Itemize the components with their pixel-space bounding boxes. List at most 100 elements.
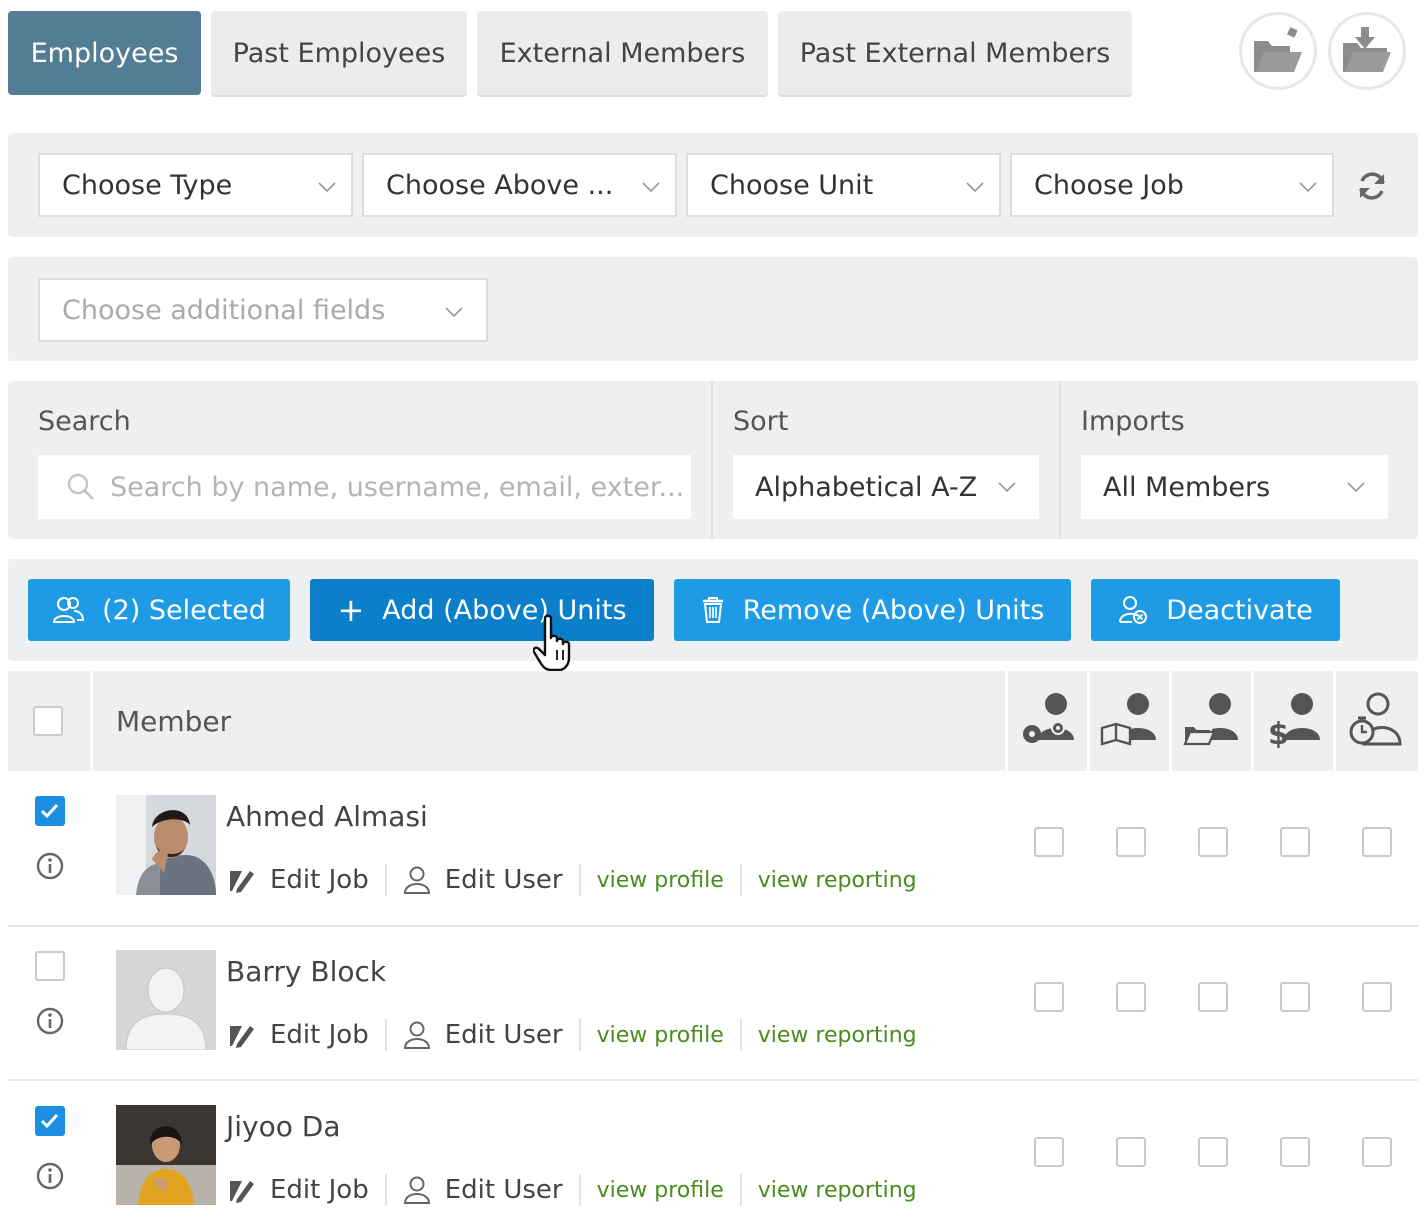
edit-user-link[interactable]: Edit User xyxy=(445,865,563,895)
member-name[interactable]: Ahmed Almasi xyxy=(226,800,428,833)
member-actions: Edit Job Edit User view profile view rep… xyxy=(228,860,917,900)
info-icon[interactable] xyxy=(35,1006,65,1036)
edit-job-link[interactable]: Edit Job xyxy=(270,1020,369,1050)
selected-count-label: (2) Selected xyxy=(102,594,266,626)
user-icon xyxy=(403,1021,430,1049)
imports-select[interactable]: All Members xyxy=(1081,455,1388,519)
permission-checkbox-settings[interactable] xyxy=(1034,982,1064,1012)
chevron-down-icon xyxy=(966,182,984,193)
edit-job-link[interactable]: Edit Job xyxy=(270,1175,369,1205)
permission-checkbox-timeclock[interactable] xyxy=(1362,827,1392,857)
edit-user-link[interactable]: Edit User xyxy=(445,1175,563,1205)
tab-past-external-members[interactable]: Past External Members xyxy=(778,11,1132,95)
permission-checkbox-settings[interactable] xyxy=(1034,827,1064,857)
hand-cursor-icon xyxy=(533,614,571,672)
search-placeholder: Search by name, username, email, exter..… xyxy=(110,471,685,503)
user-timeclock-icon xyxy=(1349,692,1402,746)
info-icon[interactable] xyxy=(35,851,65,881)
above-select-value: Choose Above ... xyxy=(386,169,614,201)
view-profile-link[interactable]: view profile xyxy=(597,1178,724,1203)
divider xyxy=(578,1019,581,1051)
divider xyxy=(739,1019,742,1051)
chevron-down-icon xyxy=(998,482,1016,493)
additional-fields-select[interactable]: Choose additional fields xyxy=(38,278,488,342)
trash-icon xyxy=(702,597,723,623)
edit-job-link[interactable]: Edit Job xyxy=(270,865,369,895)
divider xyxy=(1333,671,1336,771)
deactivate-button[interactable]: Deactivate xyxy=(1091,579,1340,641)
add-units-label: Add (Above) Units xyxy=(382,594,627,626)
refresh-icon[interactable] xyxy=(1356,170,1388,202)
divider xyxy=(578,864,581,896)
select-all-checkbox[interactable] xyxy=(33,706,63,736)
view-profile-link[interactable]: view profile xyxy=(597,1023,724,1048)
permission-checkbox-payroll[interactable] xyxy=(1280,982,1310,1012)
user-icon xyxy=(403,1176,430,1204)
folder-export-icon xyxy=(1254,27,1302,72)
above-select[interactable]: Choose Above ... xyxy=(362,153,677,217)
view-reporting-link[interactable]: view reporting xyxy=(758,868,917,893)
user-documents-icon xyxy=(1183,693,1238,746)
job-select[interactable]: Choose Job xyxy=(1010,153,1334,217)
remove-units-button[interactable]: Remove (Above) Units xyxy=(674,579,1071,641)
edit-job-icon xyxy=(230,871,254,893)
row-checkbox[interactable] xyxy=(35,1106,65,1136)
tab-external-members[interactable]: External Members xyxy=(477,11,768,95)
divider xyxy=(1005,671,1008,771)
edit-job-icon xyxy=(230,1181,254,1203)
view-reporting-link[interactable]: view reporting xyxy=(758,1178,917,1203)
svg-text:$: $ xyxy=(1268,717,1289,748)
permission-checkbox-training[interactable] xyxy=(1116,982,1146,1012)
row-checkbox[interactable] xyxy=(35,951,65,981)
checkmark-icon xyxy=(40,1113,59,1129)
type-select[interactable]: Choose Type xyxy=(38,153,353,217)
view-profile-link[interactable]: view profile xyxy=(597,868,724,893)
avatar xyxy=(116,795,216,895)
additional-fields-placeholder: Choose additional fields xyxy=(62,294,386,326)
permission-checkbox-timeclock[interactable] xyxy=(1362,1137,1392,1167)
member-name[interactable]: Jiyoo Da xyxy=(226,1110,341,1143)
folder-import-icon xyxy=(1343,27,1391,72)
divider xyxy=(90,671,93,771)
row-divider xyxy=(8,1079,1418,1081)
permission-checkbox-documents[interactable] xyxy=(1198,1137,1228,1167)
permission-checkbox-payroll[interactable] xyxy=(1280,1137,1310,1167)
edit-job-icon xyxy=(230,1026,254,1048)
member-column-header: Member xyxy=(116,705,232,738)
permission-checkbox-payroll[interactable] xyxy=(1280,827,1310,857)
search-input[interactable]: Search by name, username, email, exter..… xyxy=(38,455,691,519)
import-button[interactable] xyxy=(1328,12,1406,90)
divider xyxy=(384,1019,387,1051)
selected-count-button[interactable]: (2) Selected xyxy=(28,579,290,641)
permission-checkbox-documents[interactable] xyxy=(1198,982,1228,1012)
unit-select[interactable]: Choose Unit xyxy=(686,153,1001,217)
job-select-value: Choose Job xyxy=(1034,169,1184,201)
user-training-icon xyxy=(1100,693,1156,746)
permission-checkbox-settings[interactable] xyxy=(1034,1137,1064,1167)
avatar xyxy=(116,1105,216,1205)
tab-bar: Employees Past Employees External Member… xyxy=(8,11,1132,95)
member-name[interactable]: Barry Block xyxy=(226,955,386,988)
view-reporting-link[interactable]: view reporting xyxy=(758,1023,917,1048)
add-units-button[interactable]: + Add (Above) Units xyxy=(310,579,654,641)
user-remove-icon xyxy=(1119,596,1148,624)
sort-select[interactable]: Alphabetical A-Z xyxy=(733,455,1039,519)
user-settings-icon xyxy=(1023,693,1074,743)
avatar-placeholder-silhouette xyxy=(116,950,216,1050)
unit-select-value: Choose Unit xyxy=(710,169,874,201)
remove-units-label: Remove (Above) Units xyxy=(742,594,1045,626)
chevron-down-icon xyxy=(1299,182,1317,193)
permission-checkbox-training[interactable] xyxy=(1116,827,1146,857)
tab-past-employees[interactable]: Past Employees xyxy=(211,11,467,95)
row-checkbox[interactable] xyxy=(35,796,65,826)
user-icon xyxy=(403,866,430,894)
edit-user-link[interactable]: Edit User xyxy=(445,1020,563,1050)
permission-checkbox-documents[interactable] xyxy=(1198,827,1228,857)
avatar-photo-man xyxy=(116,795,216,895)
permission-checkbox-training[interactable] xyxy=(1116,1137,1146,1167)
tab-employees[interactable]: Employees xyxy=(8,11,201,95)
member-actions: Edit Job Edit User view profile view rep… xyxy=(228,1170,917,1210)
info-icon[interactable] xyxy=(35,1161,65,1191)
export-button[interactable] xyxy=(1239,12,1317,90)
permission-checkbox-timeclock[interactable] xyxy=(1362,982,1392,1012)
